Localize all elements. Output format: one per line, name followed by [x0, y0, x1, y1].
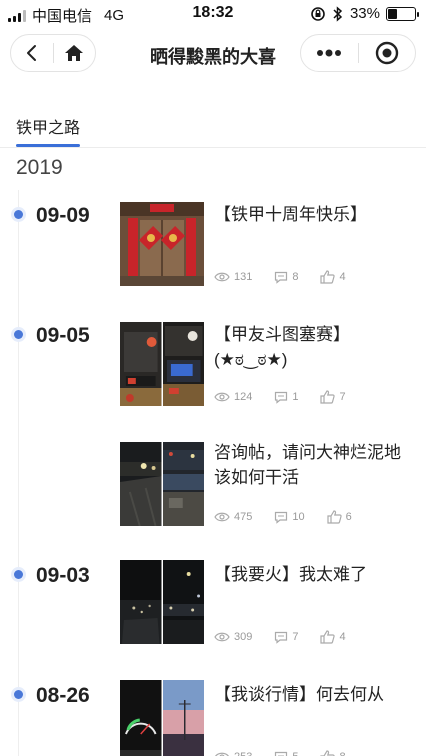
bluetooth-icon [333, 5, 343, 22]
eye-icon [214, 392, 230, 402]
comment-icon [275, 751, 288, 756]
like-count: 4 [339, 271, 346, 283]
timeline-dot [14, 210, 23, 219]
thumbs-up-icon [327, 510, 342, 524]
comment-icon [275, 631, 288, 644]
thumbs-up-icon [320, 270, 336, 284]
timeline-dot [14, 570, 23, 579]
post-stats: 131 8 4 [214, 270, 368, 284]
thumbs-up-icon [320, 750, 336, 756]
night-site-image [162, 442, 204, 526]
post-stats: 124 1 7 [214, 390, 368, 404]
view-count: 309 [234, 631, 253, 643]
thumbs-up-icon [320, 390, 336, 404]
post-thumbnail[interactable] [120, 560, 204, 644]
screen-photo-image [120, 322, 162, 406]
navigation-bar: 晒得黢黑的大喜 [0, 28, 426, 80]
battery-icon [386, 6, 419, 21]
eye-icon [214, 512, 230, 522]
comment-count: 8 [292, 271, 299, 283]
nav-left-capsule [10, 34, 96, 72]
tab-tiejia-road[interactable]: 铁甲之路 [16, 114, 80, 138]
post-date: 09-09 [36, 204, 90, 227]
tab-active-indicator [16, 144, 80, 147]
post-title[interactable]: 【我谈行情】何去何从 [214, 682, 414, 707]
sunset-image [162, 680, 204, 756]
close-miniprogram-button[interactable] [359, 35, 416, 71]
like-count: 8 [339, 751, 345, 756]
timeline-entry[interactable]: 09-05 【甲友斗图塞赛】(★ಠ‿ಠ★) 124 1 7 [0, 320, 426, 430]
back-button[interactable] [11, 35, 53, 71]
post-thumbnail[interactable] [120, 322, 204, 406]
post-thumbnail[interactable] [120, 202, 204, 286]
orientation-lock-icon [311, 6, 325, 21]
eye-icon [214, 632, 230, 642]
timeline-dot [14, 330, 23, 339]
view-count: 253 [234, 751, 252, 756]
timeline-entry[interactable]: 09-09 【铁甲十周年快乐】 131 8 4 [0, 200, 426, 310]
thumbs-up-icon [320, 630, 336, 644]
post-thumbnail[interactable] [120, 680, 204, 756]
post-stats: 253 5 8 [214, 750, 368, 756]
record-icon [375, 41, 398, 65]
comment-count: 1 [292, 391, 299, 403]
post-title[interactable]: 【我要火】我太难了 [214, 562, 414, 587]
post-title[interactable]: 咨询帖，请问大神烂泥地该如何干活 [214, 440, 414, 490]
like-count: 7 [339, 391, 346, 403]
status-bar: 中国电信 4G 18:32 33% [0, 0, 426, 28]
comment-count: 5 [292, 751, 298, 756]
like-count: 4 [339, 631, 346, 643]
screen-photo-image [162, 322, 204, 406]
eye-icon [214, 272, 230, 282]
post-stats: 475 10 6 [214, 510, 374, 524]
comment-icon [275, 391, 288, 404]
eye-icon [215, 752, 229, 756]
post-date: 08-26 [36, 684, 90, 707]
dark-site-image [120, 560, 162, 644]
post-thumbnail[interactable] [120, 442, 204, 526]
gauge-image [120, 680, 162, 756]
timeline-entry[interactable]: 08-26 【我谈行情】何去何从 253 5 8 [0, 680, 426, 756]
chevron-left-icon [26, 45, 36, 61]
tab-bar: 铁甲之路 [0, 104, 426, 148]
festival-door-image [120, 202, 204, 286]
post-title[interactable]: 【铁甲十周年快乐】 [214, 202, 414, 227]
post-date: 09-03 [36, 564, 90, 587]
dark-site-image [162, 560, 204, 644]
view-count: 131 [234, 271, 253, 283]
comment-icon [275, 511, 288, 524]
timeline-entry[interactable]: 咨询帖，请问大神烂泥地该如何干活 475 10 6 [0, 440, 426, 550]
home-button[interactable] [54, 35, 96, 71]
view-count: 475 [234, 511, 253, 523]
post-date: 09-05 [36, 324, 90, 347]
post-title[interactable]: 【甲友斗图塞赛】(★ಠ‿ಠ★) [214, 322, 414, 372]
timeline-entry[interactable]: 09-03 【我要火】我太难了 309 7 4 [0, 560, 426, 670]
more-dots-icon [317, 49, 342, 57]
comment-count: 10 [292, 511, 305, 523]
post-stats: 309 7 4 [214, 630, 368, 644]
night-site-image [120, 442, 162, 526]
home-icon [65, 45, 84, 61]
like-count: 6 [345, 511, 352, 523]
nav-right-capsule [300, 34, 416, 72]
comment-count: 7 [292, 631, 299, 643]
page-title: 晒得黢黑的大喜 [150, 47, 276, 67]
comment-icon [275, 271, 288, 284]
view-count: 124 [234, 391, 253, 403]
more-button[interactable] [301, 35, 358, 71]
timeline-dot [14, 690, 23, 699]
year-heading: 2019 [16, 156, 63, 179]
battery-percent: 33% [349, 5, 380, 22]
